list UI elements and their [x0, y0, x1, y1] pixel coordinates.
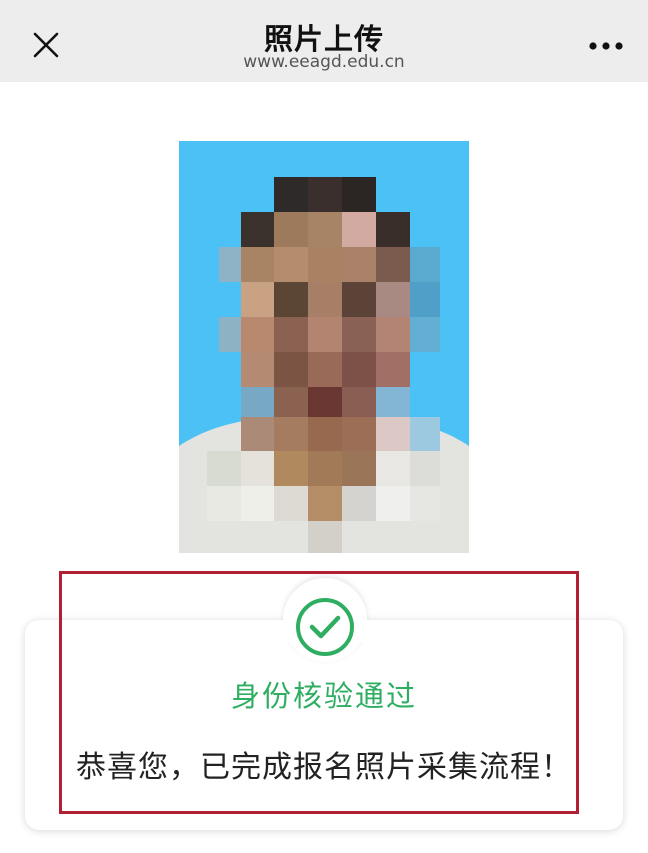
top-navbar: 照片上传 www.eeagd.edu.cn [0, 0, 648, 82]
check-circle-icon [296, 598, 354, 656]
pixelated-portrait [179, 141, 469, 553]
uploaded-photo [179, 141, 469, 553]
verification-status-title: 身份核验通过 [230, 679, 417, 713]
page-url: www.eeagd.edu.cn [243, 52, 405, 72]
more-options-button[interactable] [580, 24, 634, 68]
more-dots-icon [589, 42, 623, 50]
photo-upload-page: 照片上传 www.eeagd.edu.cn 身份核验通过 恭喜您，已完成报名照片… [0, 0, 648, 853]
completion-message: 恭喜您，已完成报名照片采集流程！ [76, 750, 572, 785]
